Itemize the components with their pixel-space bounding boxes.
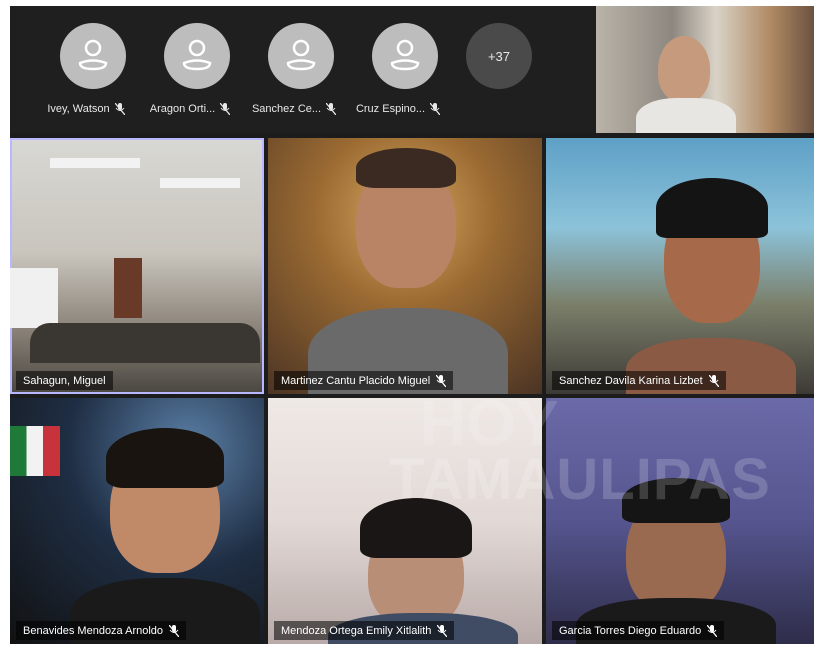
participant-label: Mendoza Ortega Emily Xitlalith <box>274 621 455 640</box>
person-icon <box>390 39 420 71</box>
mic-muted-icon <box>437 624 448 637</box>
mic-muted-icon <box>430 103 441 115</box>
participant-name: Sanchez Davila Karina Lizbet <box>559 374 703 387</box>
person-icon <box>286 39 316 71</box>
audio-participant[interactable]: Ivey, Watson <box>34 23 138 123</box>
participant-name: Cruz Espino... <box>355 103 426 115</box>
person-face <box>658 36 710 102</box>
video-tile[interactable]: Sahagun, Miguel <box>10 138 264 394</box>
avatar <box>60 23 126 89</box>
person-icon <box>182 39 212 71</box>
more-participants-button[interactable]: +37 <box>466 23 532 89</box>
flag <box>10 426 60 476</box>
person-hair <box>106 428 224 488</box>
classroom-students <box>30 323 260 363</box>
self-view-video[interactable] <box>596 6 814 133</box>
ceiling-light <box>160 178 240 188</box>
participant-strip: Ivey, Watson Aragon Orti... Sanchez Ce..… <box>10 6 598 133</box>
mic-muted-icon <box>220 103 231 115</box>
participant-label: Sanchez Davila Karina Lizbet <box>552 371 726 390</box>
mic-muted-icon <box>326 103 337 115</box>
person-icon <box>78 39 108 71</box>
participant-name: Benavides Mendoza Arnoldo <box>23 624 164 637</box>
participant-name: Garcia Torres Diego Eduardo <box>559 624 702 637</box>
avatar <box>268 23 334 89</box>
participant-name: Aragon Orti... <box>149 103 216 115</box>
door <box>114 258 142 318</box>
person-body <box>636 98 736 133</box>
participant-label: Garcia Torres Diego Eduardo <box>552 621 725 640</box>
participant-label: Sahagun, Miguel <box>16 371 113 390</box>
video-tile[interactable]: Benavides Mendoza Arnoldo <box>10 398 264 644</box>
participant-name: Martinez Cantu Placido Miguel <box>281 374 431 387</box>
meeting-window: Ivey, Watson Aragon Orti... Sanchez Ce..… <box>10 6 814 644</box>
avatar <box>164 23 230 89</box>
mic-muted-icon <box>114 103 125 115</box>
person-hair <box>356 148 456 188</box>
audio-participant[interactable]: Cruz Espino... <box>346 23 450 123</box>
participant-name: Sanchez Ce... <box>251 103 322 115</box>
participant-name: Mendoza Ortega Emily Xitlalith <box>281 624 432 637</box>
video-tile[interactable]: Martinez Cantu Placido Miguel <box>268 138 542 394</box>
audio-participant[interactable]: Aragon Orti... <box>138 23 242 123</box>
participant-name: Sahagun, Miguel <box>23 374 106 387</box>
video-tile[interactable]: Garcia Torres Diego Eduardo <box>546 398 814 644</box>
mic-muted-icon <box>436 374 447 387</box>
mic-muted-icon <box>708 374 719 387</box>
watermark-line2: TAMAULIPAS <box>389 447 771 512</box>
person-hair <box>656 178 768 238</box>
video-tile[interactable]: Sanchez Davila Karina Lizbet <box>546 138 814 394</box>
avatar <box>372 23 438 89</box>
mic-muted-icon <box>169 624 180 637</box>
participant-name: Ivey, Watson <box>47 103 110 115</box>
ceiling-light <box>50 158 140 168</box>
participant-label: Benavides Mendoza Arnoldo <box>16 621 187 640</box>
mic-muted-icon <box>707 624 718 637</box>
audio-participant[interactable]: Sanchez Ce... <box>242 23 346 123</box>
whiteboard <box>10 268 58 328</box>
